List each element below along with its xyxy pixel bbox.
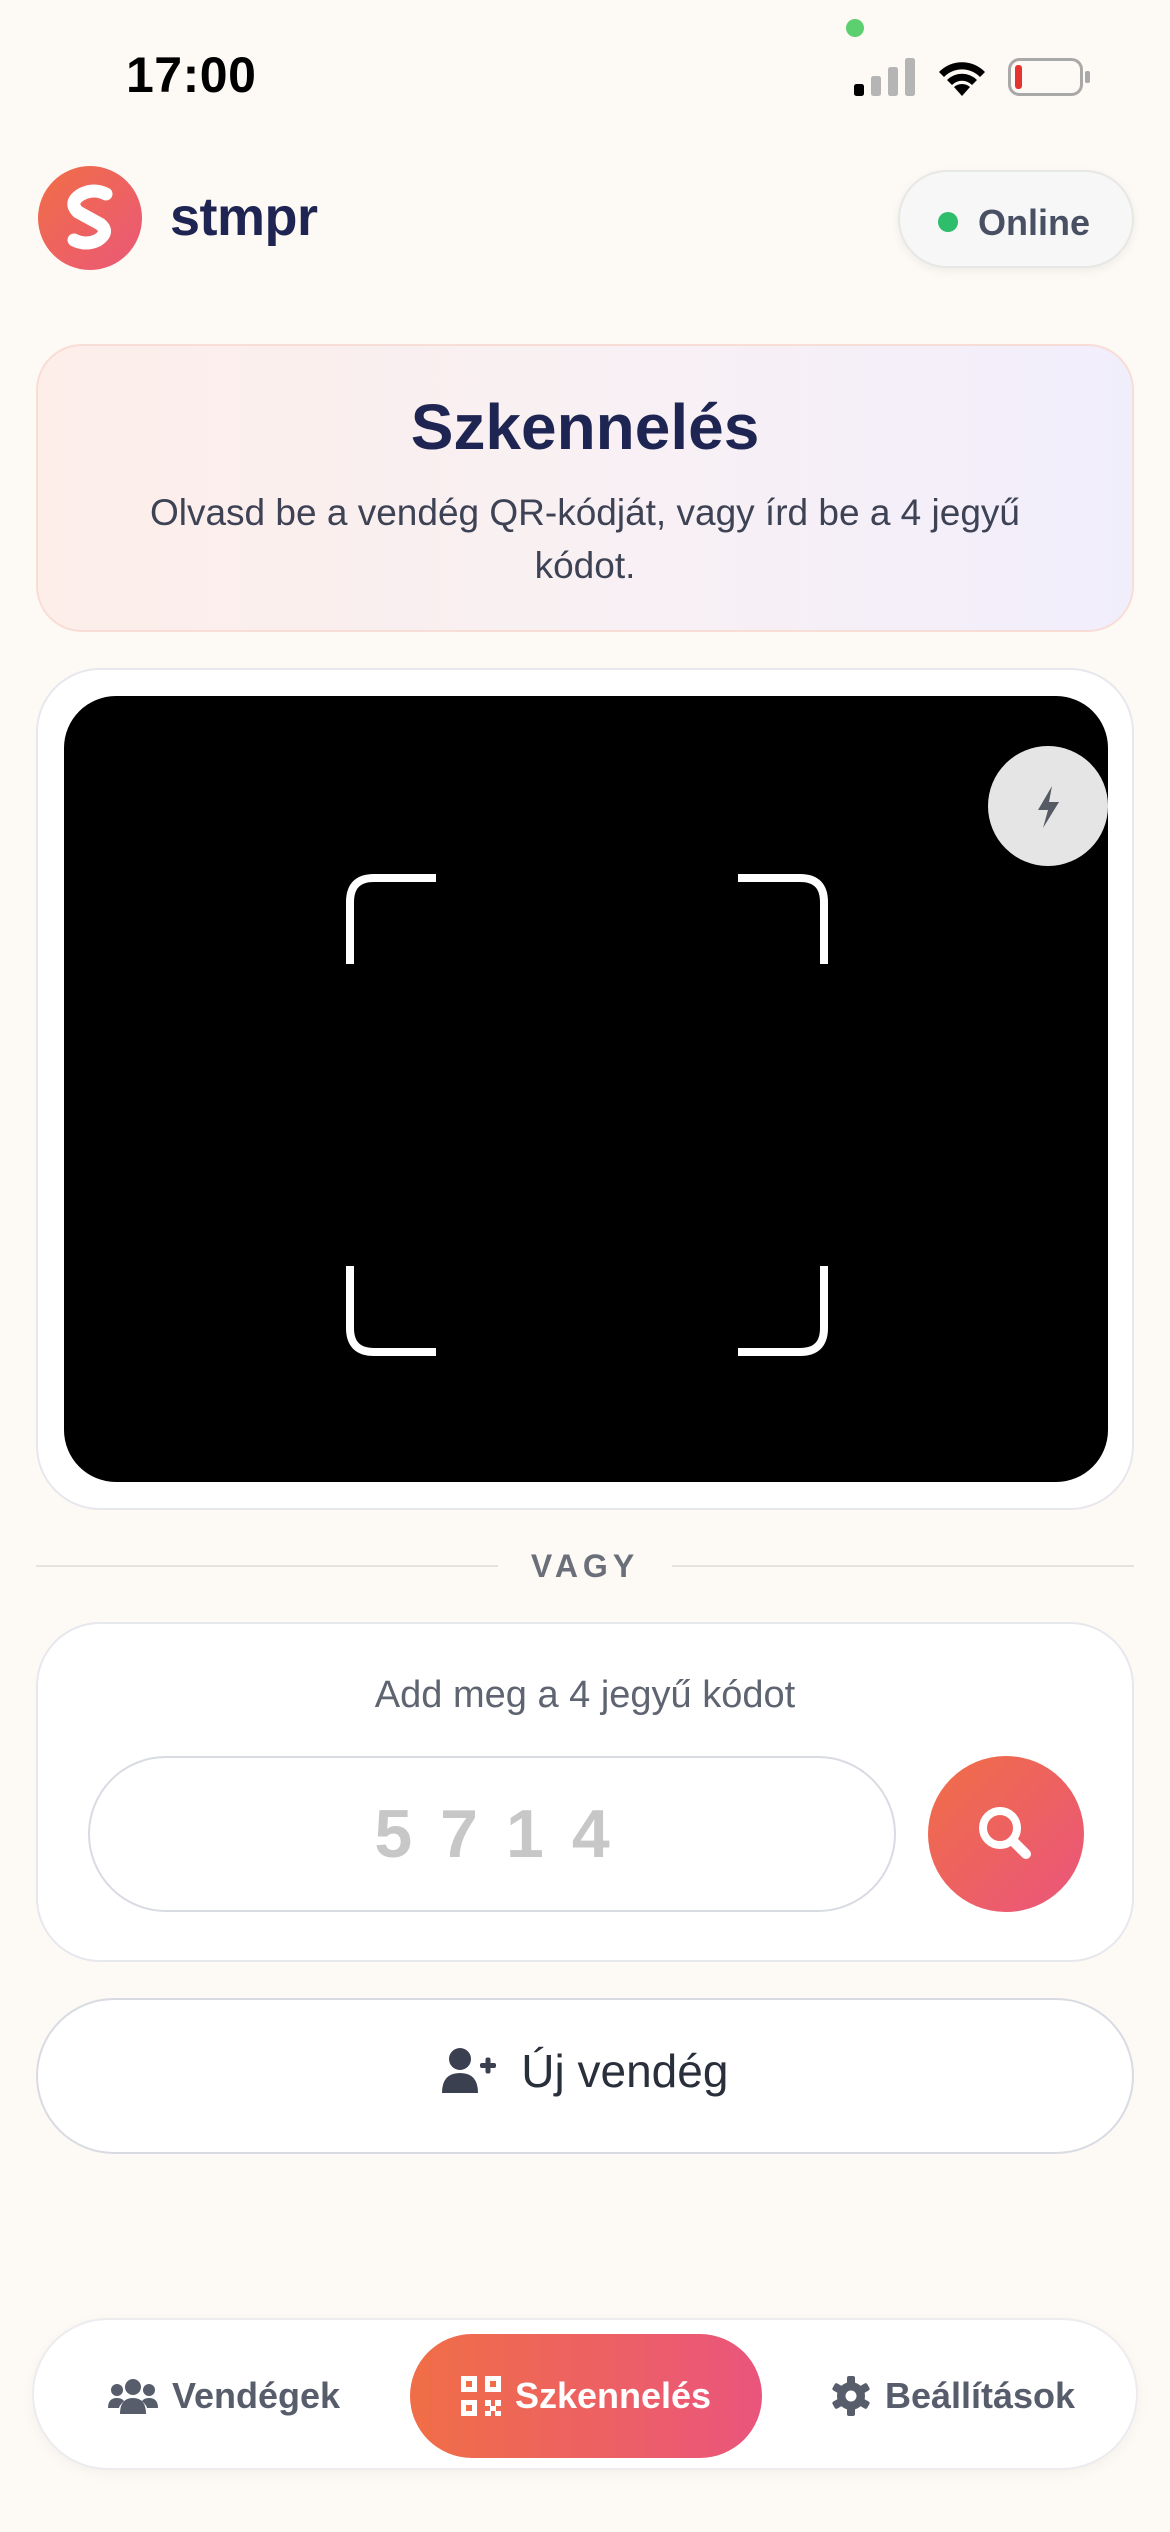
qr-scanner-card — [36, 668, 1134, 1510]
nav-item-settings[interactable]: Beállítások — [798, 2334, 1108, 2458]
camera-indicator-dot — [846, 19, 864, 37]
divider-line-right — [672, 1565, 1134, 1567]
online-status-dot — [938, 212, 958, 232]
scan-frame-overlay — [346, 874, 828, 1356]
scan-screen: 17:00 stmpr Online Szkennelés Olvasd be … — [0, 0, 1170, 2532]
code-entry-prompt: Add meg a 4 jegyű kódot — [374, 1674, 796, 1716]
status-time: 17:00 — [126, 47, 257, 103]
scan-intro-card: Szkennelés Olvasd be a vendég QR-kódját,… — [36, 344, 1134, 632]
code-entry-card: Add meg a 4 jegyű kódot — [36, 1622, 1134, 1962]
bottom-nav: Vendégek Szkennelés Beállítások — [32, 2318, 1138, 2470]
app-logo — [38, 166, 142, 270]
flash-toggle-button[interactable] — [988, 746, 1108, 866]
brand-name: stmpr — [170, 187, 318, 247]
nav-label-scan: Szkennelés — [514, 2375, 712, 2416]
nav-item-scan[interactable]: Szkennelés — [410, 2334, 762, 2458]
new-guest-content: Új vendég — [38, 2044, 1132, 2098]
logo-icon — [67, 184, 113, 250]
connection-status-label: Online — [978, 202, 1091, 243]
page-description: Olvasd be a vendég QR-kódját, vagy írd b… — [149, 492, 1020, 586]
or-divider: VAGY — [36, 1544, 1134, 1588]
code-search-button[interactable] — [928, 1756, 1084, 1912]
signal-icon — [854, 58, 915, 96]
connection-status-badge: Online — [898, 170, 1134, 268]
new-guest-label: Új vendég — [521, 2045, 729, 2097]
nav-label-settings: Beállítások — [884, 2375, 1076, 2416]
nav-item-guests[interactable]: Vendégek — [74, 2334, 374, 2458]
new-guest-button[interactable]: Új vendég — [36, 1998, 1134, 2154]
gear-icon — [832, 2376, 870, 2416]
code-input[interactable] — [88, 1756, 896, 1912]
battery-low-icon — [1008, 58, 1090, 96]
nav-label-guests: Vendégek — [171, 2375, 341, 2416]
users-icon — [107, 2379, 158, 2414]
user-plus-icon — [441, 2048, 496, 2093]
page-title: Szkennelés — [410, 391, 760, 463]
search-icon — [979, 1807, 1031, 1859]
status-bar: 17:00 — [0, 0, 1170, 130]
camera-viewfinder[interactable] — [64, 696, 1108, 1482]
qr-code-icon — [460, 2376, 501, 2416]
wifi-icon — [939, 62, 985, 96]
flash-icon — [1038, 786, 1059, 828]
